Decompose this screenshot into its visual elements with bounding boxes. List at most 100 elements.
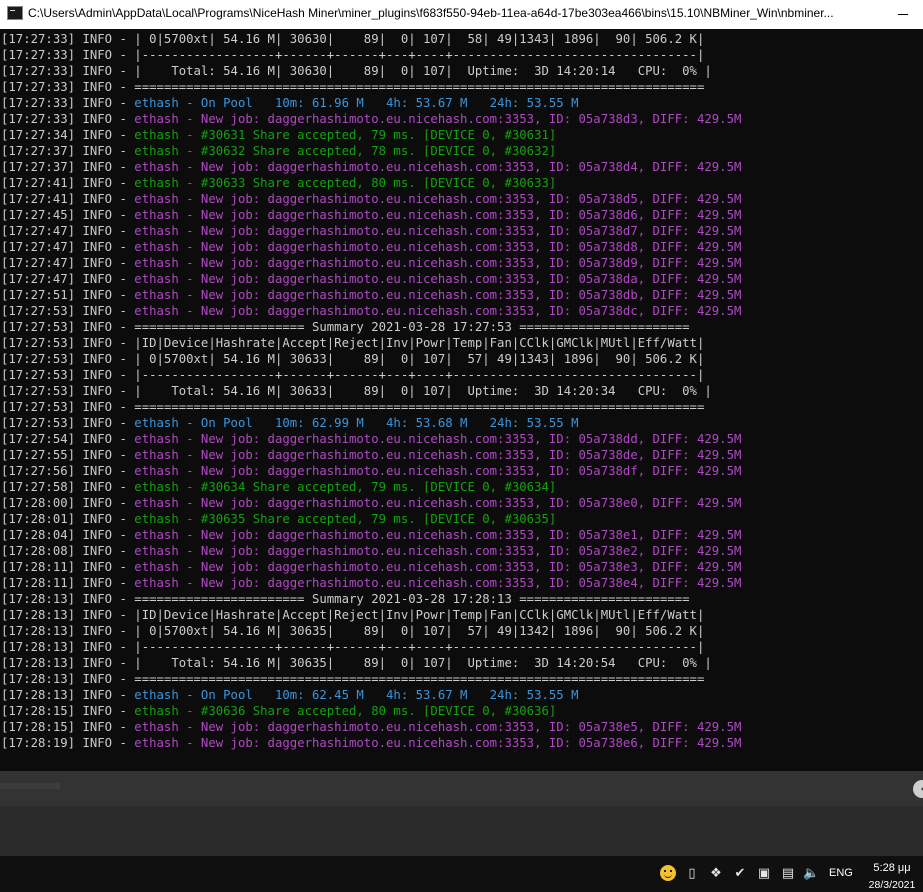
log-message: ethash - New job: daggerhashimoto.eu.nic…	[134, 192, 742, 206]
log-level: INFO	[82, 576, 113, 590]
log-timestamp: [17:27:33]	[1, 96, 76, 110]
log-timestamp: [17:28:15]	[1, 704, 76, 718]
log-timestamp: [17:27:53]	[1, 416, 76, 430]
log-timestamp: [17:28:13]	[1, 624, 76, 638]
console-line: [17:27:53] INFO - |ID|Device|Hashrate|Ac…	[1, 336, 705, 350]
language-indicator[interactable]: ENG	[829, 867, 853, 879]
log-message: |ID|Device|Hashrate|Accept|Reject|Inv|Po…	[134, 608, 705, 622]
log-level: INFO	[82, 128, 113, 142]
log-level: INFO	[82, 272, 113, 286]
console-output[interactable]: [17:27:33] INFO - | 0|5700xt| 54.16 M| 3…	[0, 29, 910, 771]
log-timestamp: [17:27:41]	[1, 192, 76, 206]
console-line: [17:27:37] INFO - ethash - New job: dagg…	[1, 160, 742, 174]
console-line: [17:27:33] INFO - ======================…	[1, 80, 705, 94]
console-line: [17:27:33] INFO - | 0|5700xt| 54.16 M| 3…	[1, 32, 705, 46]
log-level: INFO	[82, 224, 113, 238]
log-timestamp: [17:27:51]	[1, 288, 76, 302]
log-timestamp: [17:28:19]	[1, 736, 76, 750]
volume-icon[interactable]: 🔈	[803, 866, 819, 882]
log-level: INFO	[82, 368, 113, 382]
console-line: [17:28:19] INFO - ethash - New job: dagg…	[1, 736, 742, 750]
log-message: ethash - #30634 Share accepted, 79 ms. […	[134, 480, 557, 494]
console-line: [17:28:13] INFO - | 0|5700xt| 54.16 M| 3…	[1, 624, 705, 638]
log-message: ========================================…	[134, 672, 705, 686]
log-timestamp: [17:28:08]	[1, 544, 76, 558]
console-line: [17:27:55] INFO - ethash - New job: dagg…	[1, 448, 742, 462]
log-timestamp: [17:27:56]	[1, 464, 76, 478]
log-message: ethash - New job: daggerhashimoto.eu.nic…	[134, 432, 742, 446]
window-titlebar[interactable]: C:\Users\Admin\AppData\Local\Programs\Ni…	[0, 0, 923, 29]
log-message: ethash - New job: daggerhashimoto.eu.nic…	[134, 544, 742, 558]
log-message: ethash - New job: daggerhashimoto.eu.nic…	[134, 464, 742, 478]
clock-time: 5:28 μμ	[873, 862, 911, 874]
log-message: | 0|5700xt| 54.16 M| 30633| 89| 0| 107| …	[134, 352, 705, 366]
console-line: [17:27:53] INFO - | Total: 54.16 M| 3063…	[1, 384, 712, 398]
log-message: ethash - New job: daggerhashimoto.eu.nic…	[134, 112, 742, 126]
log-message: | Total: 54.16 M| 30635| 89| 0| 107| Upt…	[134, 656, 712, 670]
emoji-icon[interactable]	[660, 865, 676, 881]
console-app-icon[interactable]	[7, 6, 23, 20]
printer-icon[interactable]: ▣	[756, 866, 772, 882]
console-line: [17:27:54] INFO - ethash - New job: dagg…	[1, 432, 742, 446]
taskbar: ▯ ❖ ✔ ▣ ▤ 🔈 ENG 5:28 μμ 28/3/2021	[0, 856, 923, 892]
log-message: |ID|Device|Hashrate|Accept|Reject|Inv|Po…	[134, 336, 705, 350]
log-timestamp: [17:28:11]	[1, 576, 76, 590]
log-level: INFO	[82, 336, 113, 350]
system-clock[interactable]: 5:28 μμ 28/3/2021	[861, 861, 923, 892]
clock-date: 28/3/2021	[868, 879, 916, 891]
log-message: |------------------+------+------+---+--…	[134, 368, 705, 382]
log-message: ethash - New job: daggerhashimoto.eu.nic…	[134, 304, 742, 318]
log-timestamp: [17:27:58]	[1, 480, 76, 494]
console-line: [17:27:58] INFO - ethash - #30634 Share …	[1, 480, 557, 494]
console-line: [17:28:04] INFO - ethash - New job: dagg…	[1, 528, 742, 542]
console-line: [17:27:53] INFO - ======================…	[1, 320, 690, 334]
log-message: ========================================…	[134, 400, 705, 414]
wifi-icon[interactable]: ▤	[780, 866, 796, 882]
log-level: INFO	[82, 512, 113, 526]
log-message: ethash - #30636 Share accepted, 80 ms. […	[134, 704, 557, 718]
log-level: INFO	[82, 144, 113, 158]
log-level: INFO	[82, 640, 113, 654]
log-level: INFO	[82, 656, 113, 670]
network-icon[interactable]: ❖	[708, 866, 724, 882]
log-level: INFO	[82, 544, 113, 558]
log-level: INFO	[82, 304, 113, 318]
log-message: ethash - New job: daggerhashimoto.eu.nic…	[134, 224, 742, 238]
log-timestamp: [17:27:53]	[1, 400, 76, 414]
window-title: C:\Users\Admin\AppData\Local\Programs\Ni…	[28, 6, 834, 20]
log-message: |------------------+------+------+---+--…	[134, 48, 705, 62]
usb-drive-icon[interactable]: ▯	[684, 866, 700, 882]
log-timestamp: [17:27:47]	[1, 240, 76, 254]
console-line: [17:27:41] INFO - ethash - #30633 Share …	[1, 176, 557, 190]
log-level: INFO	[82, 464, 113, 478]
log-timestamp: [17:27:41]	[1, 176, 76, 190]
log-message: ethash - New job: daggerhashimoto.eu.nic…	[134, 240, 742, 254]
log-message: ======================= Summary 2021-03-…	[134, 320, 690, 334]
log-level: INFO	[82, 608, 113, 622]
log-message: ethash - New job: daggerhashimoto.eu.nic…	[134, 288, 742, 302]
log-level: INFO	[82, 624, 113, 638]
console-line: [17:27:41] INFO - ethash - New job: dagg…	[1, 192, 742, 206]
scroll-left-button[interactable]	[913, 780, 923, 798]
log-level: INFO	[82, 416, 113, 430]
log-level: INFO	[82, 352, 113, 366]
log-timestamp: [17:27:55]	[1, 448, 76, 462]
log-timestamp: [17:28:11]	[1, 560, 76, 574]
horizontal-scrollbar[interactable]	[0, 771, 923, 806]
log-message: ethash - New job: daggerhashimoto.eu.nic…	[134, 448, 742, 462]
log-level: INFO	[82, 704, 113, 718]
console-line: [17:27:33] INFO - |------------------+--…	[1, 48, 705, 62]
console-line: [17:27:47] INFO - ethash - New job: dagg…	[1, 224, 742, 238]
log-timestamp: [17:28:13]	[1, 672, 76, 686]
console-line: [17:27:53] INFO - |------------------+--…	[1, 368, 705, 382]
minimize-button[interactable]	[885, 0, 923, 29]
scrollbar-track[interactable]	[0, 783, 60, 789]
log-level: INFO	[82, 592, 113, 606]
console-line: [17:27:47] INFO - ethash - New job: dagg…	[1, 240, 742, 254]
security-shield-icon[interactable]: ✔	[732, 866, 748, 882]
log-message: ethash - On Pool 10m: 62.45 M 4h: 53.67 …	[134, 688, 579, 702]
console-line: [17:27:33] INFO - ethash - New job: dagg…	[1, 112, 742, 126]
log-timestamp: [17:27:34]	[1, 128, 76, 142]
vertical-scrollbar[interactable]	[910, 29, 923, 771]
log-message: ethash - New job: daggerhashimoto.eu.nic…	[134, 208, 742, 222]
